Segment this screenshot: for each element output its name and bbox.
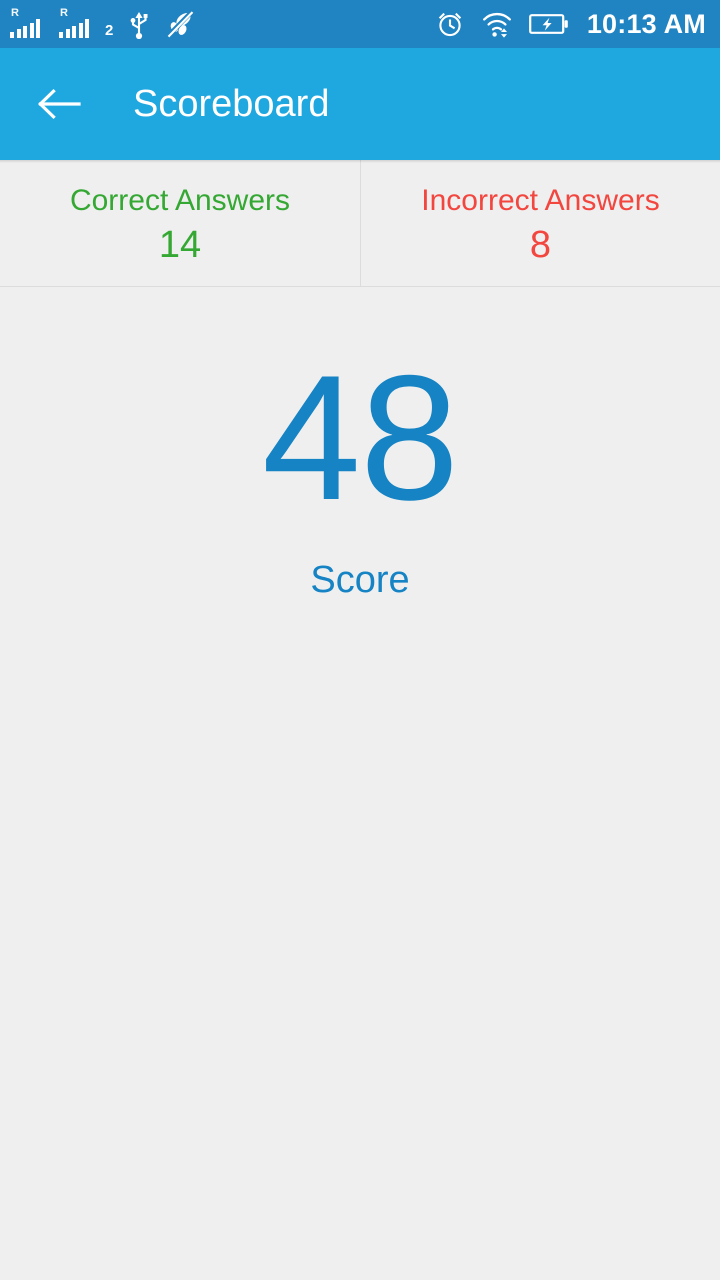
score-label: Score (310, 559, 410, 601)
score-value: 48 (262, 338, 459, 537)
scoreboard-screen: R R 2 10:13 AM Scoreboard Correct Answer… (0, 0, 720, 1280)
sim-signal-group: R R 2 (10, 7, 114, 39)
correct-answers-panel: Correct Answers 14 (0, 160, 360, 286)
page-title: Scoreboard (133, 83, 330, 125)
sim-1-roaming-label: R (11, 7, 19, 19)
alarm-clock-icon (435, 9, 465, 39)
score-section: 48 Score (0, 287, 720, 1280)
incorrect-answers-value: 8 (529, 224, 552, 267)
correct-answers-label: Correct Answers (69, 184, 291, 218)
arrow-back-icon (37, 87, 81, 121)
status-bar-left: R R 2 (10, 7, 195, 39)
sim-2-signal-icon: R (59, 7, 99, 38)
wifi-icon (481, 9, 513, 39)
status-bar-clock: 10:13 AM (586, 8, 706, 39)
sim-index-label: 2 (105, 22, 114, 39)
incorrect-answers-panel: Incorrect Answers 8 (360, 160, 720, 286)
sim-1-signal-bars (10, 19, 40, 38)
usb-icon (127, 9, 151, 39)
battery-charging-icon (528, 12, 569, 36)
incorrect-answers-label: Incorrect Answers (421, 184, 660, 218)
status-bar-right: 10:13 AM (435, 9, 706, 39)
sim-1-signal-icon: R (10, 7, 50, 38)
sim-2-signal-bars (59, 19, 89, 38)
mute-slash-icon (165, 9, 195, 39)
answer-summary: Correct Answers 14 Incorrect Answers 8 (0, 160, 720, 287)
back-button[interactable] (34, 79, 84, 129)
app-bar: Scoreboard (0, 48, 720, 160)
status-bar: R R 2 10:13 AM (0, 0, 720, 48)
sim-2-roaming-label: R (60, 7, 68, 19)
correct-answers-value: 14 (158, 224, 202, 267)
